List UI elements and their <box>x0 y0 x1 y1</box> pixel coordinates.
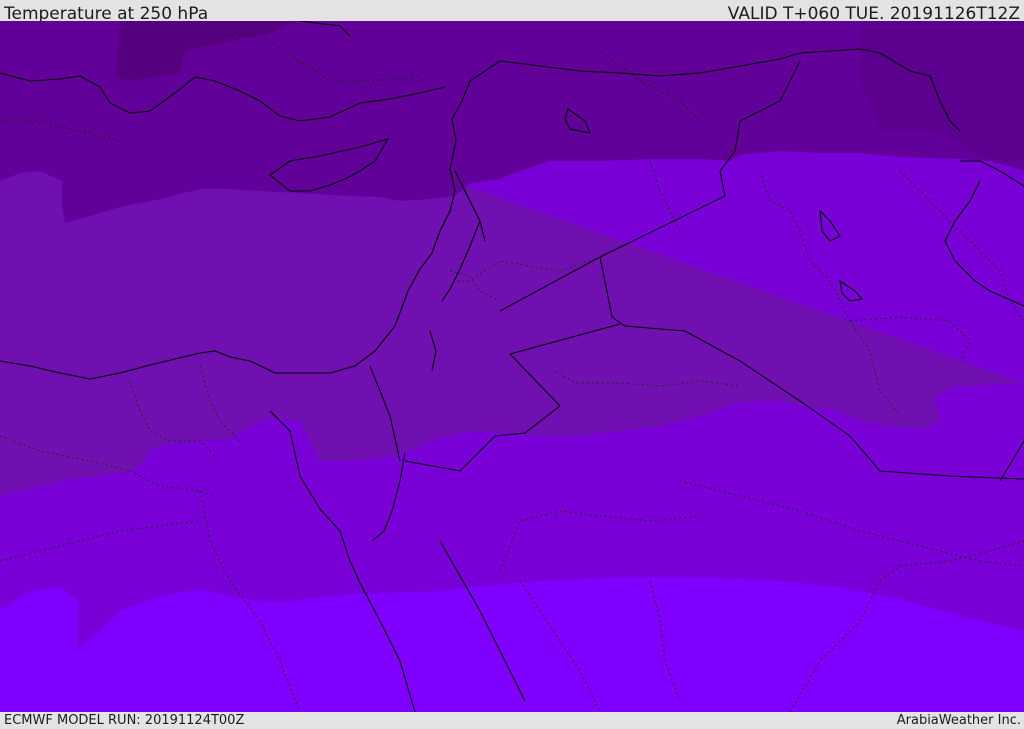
temperature-map <box>0 21 1024 712</box>
footer-bar: ECMWF MODEL RUN: 20191124T00Z ArabiaWeat… <box>0 712 1024 729</box>
header-bar: Temperature at 250 hPa VALID T+060 TUE. … <box>0 0 1024 24</box>
model-run: ECMWF MODEL RUN: 20191124T00Z <box>4 713 245 728</box>
brand-credit: ArabiaWeather Inc. <box>896 713 1021 728</box>
